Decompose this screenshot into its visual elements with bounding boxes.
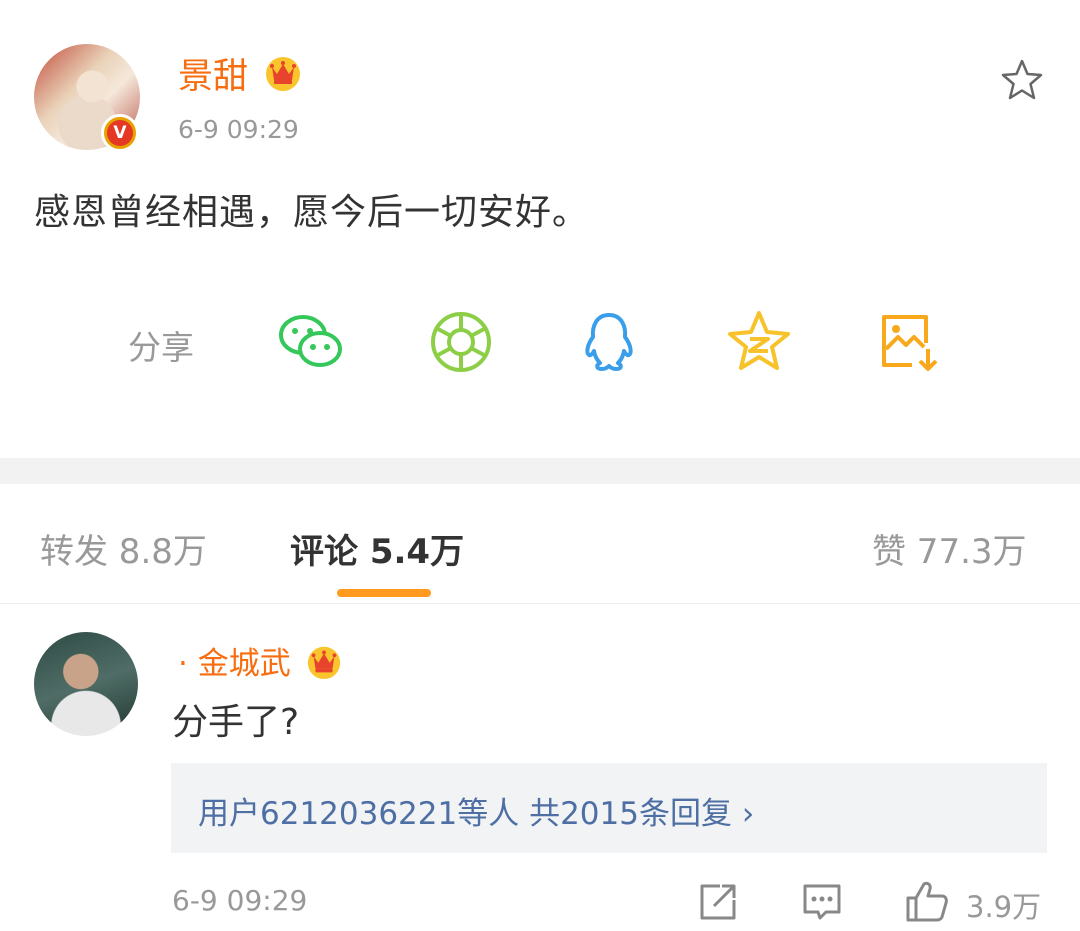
post-text: 感恩曾经相遇，愿今后一切安好。 bbox=[34, 192, 590, 233]
author-name[interactable]: 景甜 bbox=[178, 57, 248, 97]
moments-icon[interactable] bbox=[426, 307, 496, 377]
save-image-icon[interactable] bbox=[874, 307, 944, 377]
qq-icon[interactable] bbox=[574, 307, 644, 377]
replies-link[interactable]: 用户6212036221等人 共2015条回复 › bbox=[198, 788, 754, 833]
active-tab-indicator bbox=[337, 589, 431, 597]
member-crown-icon bbox=[301, 642, 343, 682]
qzone-icon[interactable] bbox=[724, 307, 794, 377]
tab-comments[interactable]: 评论 5.4万 bbox=[290, 524, 464, 573]
commenter-name[interactable]: · 金城武 bbox=[178, 646, 291, 682]
commenter-name-row[interactable]: · 金城武 bbox=[178, 638, 343, 683]
author-name-row[interactable]: 景甜 bbox=[178, 52, 303, 97]
comment-text: 分手了? bbox=[172, 702, 300, 743]
verified-badge-label: V bbox=[107, 120, 133, 146]
verified-badge-icon: V bbox=[101, 114, 139, 152]
commenter-avatar[interactable] bbox=[34, 632, 138, 736]
tab-divider bbox=[0, 603, 1080, 604]
comment-time: 6-9 09:29 bbox=[172, 884, 308, 917]
post-time: 6-9 09:29 bbox=[178, 115, 299, 144]
wechat-icon[interactable] bbox=[276, 307, 346, 377]
tab-repost[interactable]: 转发 8.8万 bbox=[40, 524, 207, 573]
share-label: 分享 bbox=[128, 328, 194, 367]
favorite-star-icon[interactable] bbox=[998, 56, 1046, 104]
reply-comment-icon[interactable] bbox=[800, 880, 844, 924]
like-count: 3.9万 bbox=[966, 890, 1042, 924]
member-crown-icon bbox=[259, 52, 303, 97]
like-thumb-icon[interactable] bbox=[904, 878, 948, 922]
repost-icon[interactable] bbox=[696, 880, 740, 924]
section-divider bbox=[0, 458, 1080, 484]
tab-likes[interactable]: 赞 77.3万 bbox=[872, 524, 1027, 573]
